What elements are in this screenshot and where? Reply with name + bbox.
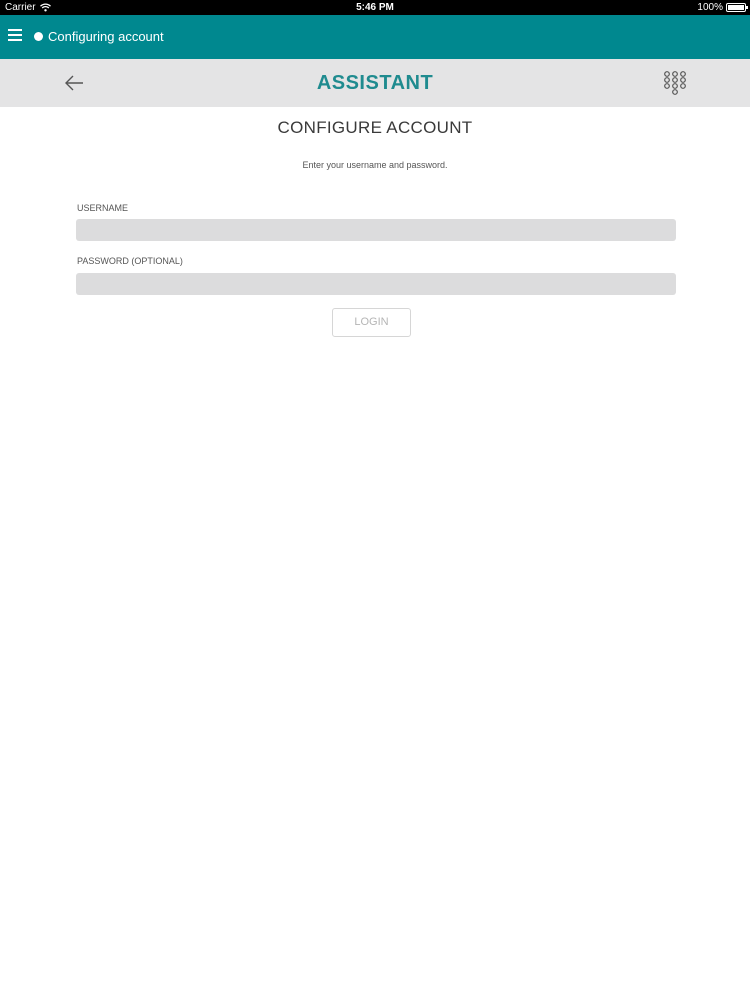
header-bar: ASSISTANT bbox=[0, 59, 750, 107]
back-arrow-icon bbox=[65, 75, 83, 91]
username-label: USERNAME bbox=[77, 203, 129, 213]
battery-icon bbox=[726, 3, 748, 12]
hamburger-menu-icon[interactable] bbox=[8, 28, 24, 44]
header-title: ASSISTANT bbox=[316, 72, 434, 94]
username-input[interactable] bbox=[76, 219, 676, 241]
back-button[interactable] bbox=[60, 69, 88, 97]
dialpad-icon bbox=[664, 71, 686, 95]
top-bar-title: Configuring account bbox=[48, 29, 164, 44]
password-label: PASSWORD (OPTIONAL) bbox=[77, 256, 183, 266]
battery-fill bbox=[728, 5, 744, 10]
status-time: 5:46 PM bbox=[356, 2, 394, 13]
page-subtitle: Enter your username and password. bbox=[302, 160, 448, 170]
status-bar: Carrier 5:46 PM 100% bbox=[0, 0, 750, 15]
status-dot-icon bbox=[34, 32, 43, 41]
status-right: 100% bbox=[697, 0, 748, 15]
password-input[interactable] bbox=[76, 273, 676, 295]
page-title: CONFIGURE ACCOUNT bbox=[277, 118, 473, 137]
battery-percent: 100% bbox=[697, 2, 723, 13]
dialpad-button[interactable] bbox=[662, 70, 688, 96]
login-button[interactable]: LOGIN bbox=[332, 308, 411, 337]
top-bar: Configuring account bbox=[0, 15, 750, 59]
